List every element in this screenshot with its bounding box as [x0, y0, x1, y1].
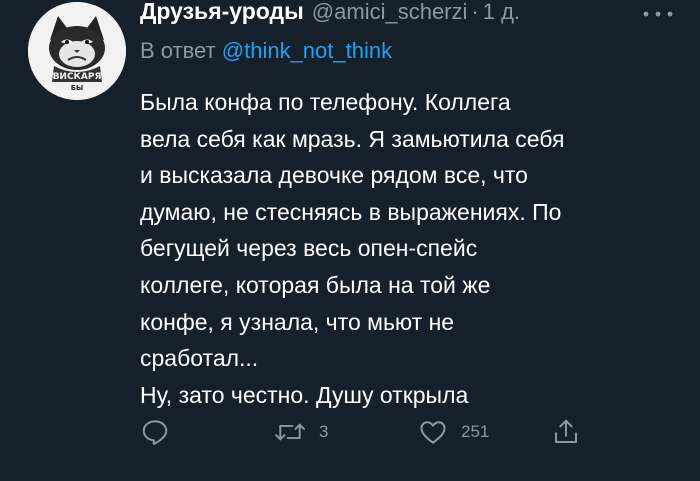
tweet-text-line: думаю, не стесняясь в выражениях. По [140, 198, 562, 225]
tweet-text-line: вела себя как мразь. Я замьютила себя [140, 125, 565, 152]
svg-text:БЫ: БЫ [71, 84, 84, 92]
tweet-text-line: конфе, я узнала, что мьют не [140, 308, 455, 335]
reply-button[interactable] [140, 412, 170, 452]
tweet-header: Друзья-уроды @amici_scherzi · 1 д. [140, 0, 520, 32]
avatar[interactable]: ВИСКАРЯ БЫ [28, 2, 126, 100]
reply-context: В ответ @think_not_think [140, 38, 392, 64]
tweet-text-line: сработал... [140, 345, 259, 372]
user-handle[interactable]: @amici_scherzi [312, 0, 468, 25]
like-button[interactable]: 251 [417, 412, 489, 452]
more-button[interactable] [636, 4, 680, 24]
tweet-text-line: коллеге, которая была на той же [140, 271, 491, 298]
reply-prefix: В ответ [140, 38, 216, 63]
retweet-count: 3 [319, 422, 329, 441]
heart-icon [420, 421, 446, 444]
tweet-text: Была конфа по телефону. Коллега вела себ… [140, 84, 685, 413]
timestamp[interactable]: 1 д. [483, 0, 520, 25]
share-button[interactable] [551, 412, 581, 452]
more-dots-icon [643, 11, 673, 17]
action-bar: 3 251 [140, 412, 660, 452]
reply-icon [142, 420, 168, 445]
svg-text:ВИСКАРЯ: ВИСКАРЯ [53, 72, 102, 82]
tweet-text-line: Ну, зато честно. Душу открыла [140, 381, 469, 408]
like-count: 251 [461, 422, 490, 441]
display-name[interactable]: Друзья-уроды [140, 0, 304, 25]
grumpy-cat-avatar: ВИСКАРЯ БЫ [28, 2, 126, 100]
retweet-icon [275, 423, 305, 441]
tweet-text-line: Была конфа по телефону. Коллега [140, 89, 511, 115]
share-icon [555, 419, 577, 443]
tweet-text-line: бегущей через весь опен-спейс [140, 235, 478, 262]
separator-dot: · [471, 0, 479, 24]
retweet-button[interactable]: 3 [273, 412, 328, 452]
tweet-text-line: и высказала девочке рядом все, что [140, 162, 528, 189]
reply-mention-link[interactable]: @think_not_think [222, 38, 392, 63]
